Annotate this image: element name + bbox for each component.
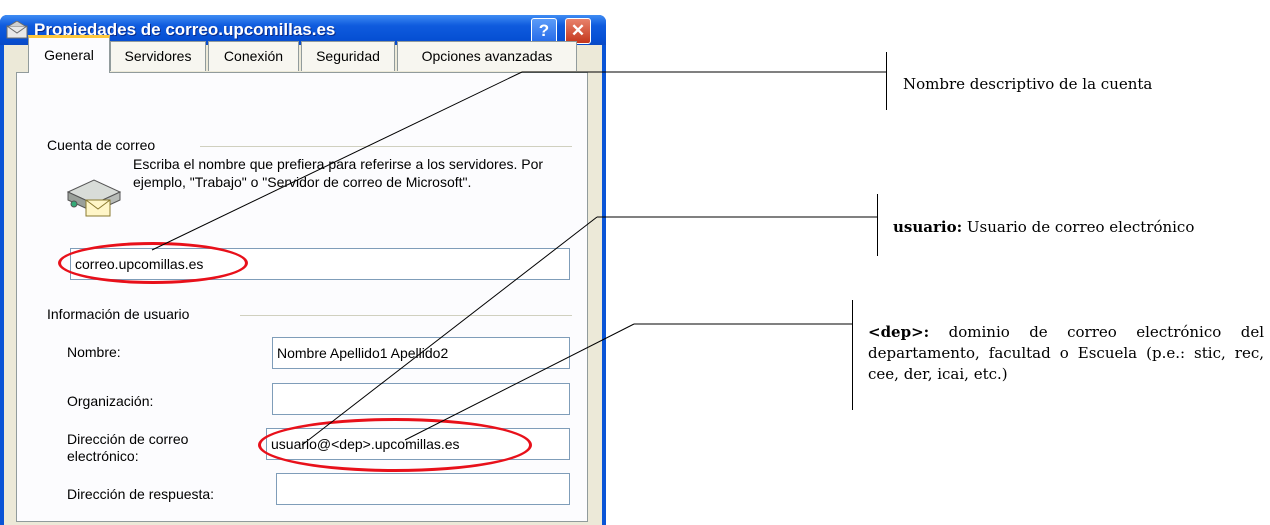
annotation-bracket [886, 52, 887, 110]
user-annotation: usuario: Usuario de correo electrónico [893, 217, 1194, 238]
dep-annotation-term: <dep>: [868, 323, 930, 341]
tab-general[interactable]: General [28, 35, 110, 73]
user-annotation-text: Usuario de correo electrónico [962, 218, 1195, 236]
annotation-bracket [877, 194, 878, 256]
account-name-annotation: Nombre descriptivo de la cuenta [903, 75, 1153, 93]
dep-annotation: <dep>: dominio de correo electrónico del… [868, 322, 1264, 385]
user-annotation-term: usuario: [893, 218, 963, 236]
annotation-bracket [852, 300, 853, 410]
